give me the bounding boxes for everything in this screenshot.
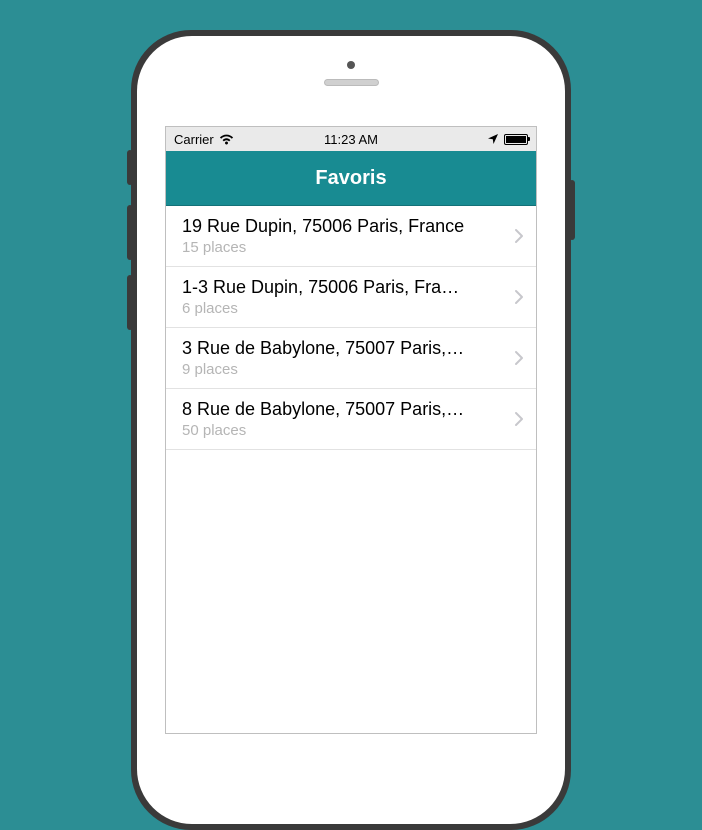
phone-body: Carrier 11:23 AM	[137, 36, 565, 824]
speaker-slot-icon	[324, 79, 379, 86]
phone-side-button	[127, 275, 133, 330]
chevron-right-icon	[514, 411, 524, 427]
status-bar: Carrier 11:23 AM	[166, 127, 536, 151]
battery-icon	[504, 134, 528, 145]
navigation-bar: Favoris	[166, 151, 536, 206]
list-item-title: 19 Rue Dupin, 75006 Paris, France	[182, 216, 506, 237]
list-item[interactable]: 19 Rue Dupin, 75006 Paris, France 15 pla…	[166, 206, 536, 267]
chevron-right-icon	[514, 350, 524, 366]
list-item[interactable]: 1-3 Rue Dupin, 75006 Paris, Fra… 6 place…	[166, 267, 536, 328]
camera-dot-icon	[347, 61, 355, 69]
page-title: Favoris	[315, 167, 386, 190]
location-arrow-icon	[487, 133, 499, 145]
list-item[interactable]: 3 Rue de Babylone, 75007 Paris,… 9 place…	[166, 328, 536, 389]
phone-sensors	[137, 61, 565, 86]
status-time: 11:23 AM	[324, 132, 378, 147]
chevron-right-icon	[514, 228, 524, 244]
phone-side-button	[569, 180, 575, 240]
wifi-icon	[219, 134, 234, 145]
list-item-title: 1-3 Rue Dupin, 75006 Paris, Fra…	[182, 277, 506, 298]
list-item-subtitle: 9 places	[182, 361, 506, 378]
list-item-subtitle: 15 places	[182, 239, 506, 256]
chevron-right-icon	[514, 289, 524, 305]
screen: Carrier 11:23 AM	[165, 126, 537, 734]
phone-side-button	[127, 205, 133, 260]
favorites-list: 19 Rue Dupin, 75006 Paris, France 15 pla…	[166, 206, 536, 450]
carrier-label: Carrier	[174, 132, 214, 147]
list-item-subtitle: 50 places	[182, 422, 506, 439]
list-item-subtitle: 6 places	[182, 300, 506, 317]
phone-side-button	[127, 150, 133, 185]
list-item-title: 3 Rue de Babylone, 75007 Paris,…	[182, 338, 506, 359]
list-item-title: 8 Rue de Babylone, 75007 Paris,…	[182, 399, 506, 420]
phone-frame: Carrier 11:23 AM	[131, 30, 571, 830]
list-item[interactable]: 8 Rue de Babylone, 75007 Paris,… 50 plac…	[166, 389, 536, 450]
